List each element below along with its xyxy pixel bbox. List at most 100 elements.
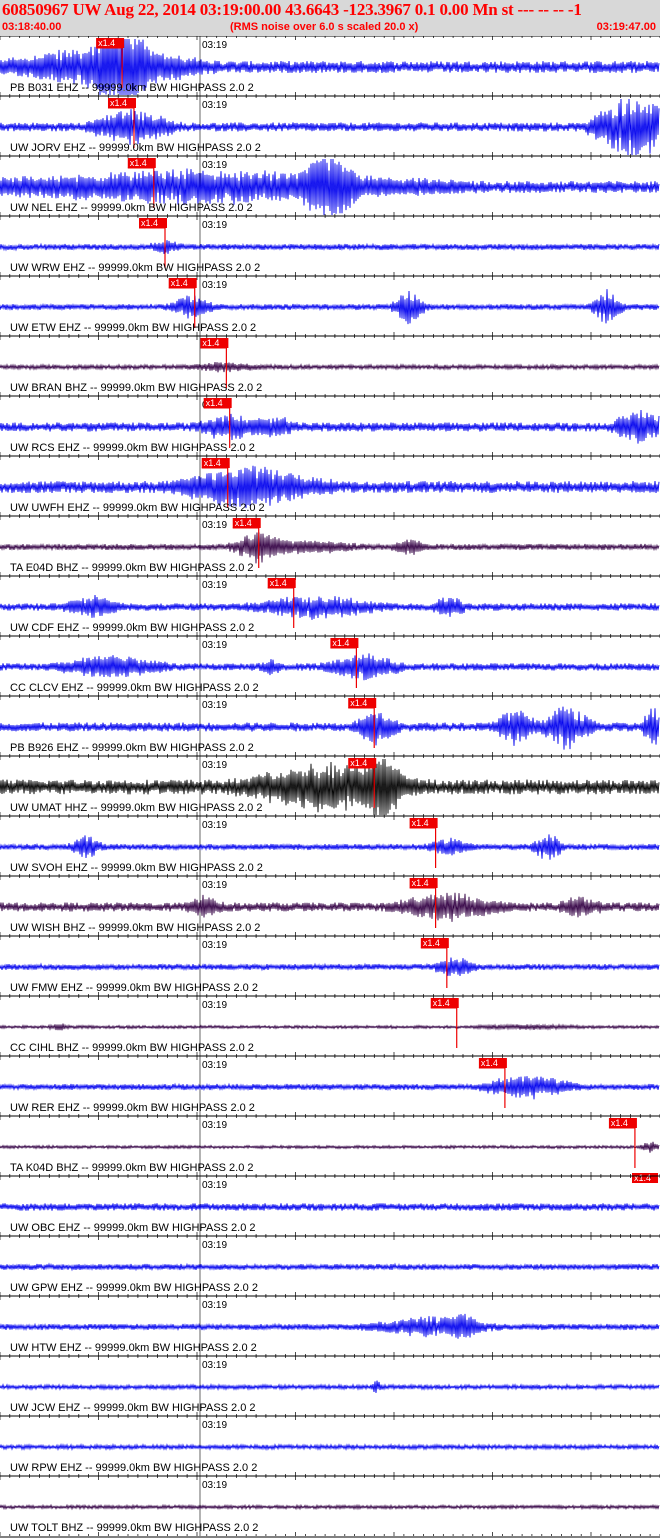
trace-row: 03:19 x1.4 UW CDF EHZ -- 99999.0km BW HIGH… bbox=[0, 575, 660, 636]
minute-label: 03:19 bbox=[202, 40, 227, 51]
station-label: UW HTW EHZ -- 99999.0km BW HIGHPASS 2.0 … bbox=[10, 1342, 257, 1354]
station-label: UW RER EHZ -- 99999.0km BW HIGHPASS 2.0 … bbox=[10, 1102, 255, 1114]
trace-row: 03:19 x1.4 UW ETW EHZ -- 99999.0km BW HIGH… bbox=[0, 275, 660, 336]
station-label: UW WRW EHZ -- 99999.0km BW HIGHPASS 2.0 … bbox=[10, 262, 260, 274]
trace-row: 03:19 x1.4 TA E04D BHZ -- 99999.0km BW HIG… bbox=[0, 515, 660, 576]
pick-label: x1.4 bbox=[141, 218, 158, 228]
trace-row: 03:19 x1.4 UW SVOH EHZ -- 99999.0km BW HIG… bbox=[0, 815, 660, 876]
station-label: UW FMW EHZ -- 99999.0km BW HIGHPASS 2.0 … bbox=[10, 982, 258, 994]
trace-row: 03:19 UW JCW EHZ -- 99999.0km BW HIGHPASS… bbox=[0, 1355, 660, 1416]
minute-label: 03:19 bbox=[202, 1240, 227, 1251]
trace-row: 03:19 x1.4 PB B926 EHZ -- 99999.0km BW HIG… bbox=[0, 695, 660, 756]
plot-header: 60850967 UW Aug 22, 2014 03:19:00.00 43.… bbox=[0, 0, 660, 36]
station-label: UW ETW EHZ -- 99999.0km BW HIGHPASS 2.0 … bbox=[10, 322, 256, 334]
pick-label: x1.4 bbox=[171, 278, 188, 288]
minute-label: 03:19 bbox=[202, 700, 227, 711]
pick-label: x1.4 bbox=[423, 938, 440, 948]
minute-label: 03:19 bbox=[202, 220, 227, 231]
pick-label: x1.4 bbox=[206, 398, 223, 408]
minute-label: 03:19 bbox=[202, 160, 227, 171]
waveform bbox=[0, 653, 660, 681]
minute-label: 03:19 bbox=[202, 1480, 227, 1491]
pick-label: x1.4 bbox=[350, 698, 367, 708]
station-label: UW UWFH EHZ -- 99999.0km BW HIGHPASS 2.0… bbox=[10, 502, 265, 514]
trace-row: 03:19 UW RPW EHZ -- 99999.0km BW HIGHPASS… bbox=[0, 1415, 660, 1476]
trace-row: 03:19 x1.4 UW RER EHZ -- 99999.0km BW HIGH… bbox=[0, 1055, 660, 1116]
station-label: UW RPW EHZ -- 99999.0km BW HIGHPASS 2.0 … bbox=[10, 1462, 257, 1474]
end-time: 03:19:47.00 bbox=[596, 21, 656, 33]
pick-label: x1.4 bbox=[433, 998, 450, 1008]
station-label: UW TOLT BHZ -- 99999.0km BW HIGHPASS 2.0… bbox=[10, 1522, 258, 1534]
station-label: PB B926 EHZ -- 99999.0km BW HIGHPASS 2.0… bbox=[10, 742, 254, 754]
trace-row: 03:19 x1.4 PB B031 EHZ -- 99999.0km BW HIG… bbox=[0, 36, 660, 96]
trace-row: 03:19 x1.4 CC CIHL BHZ -- 99999.0km BW HIG… bbox=[0, 995, 660, 1056]
station-label: UW BRAN BHZ -- 99999.0km BW HIGHPASS 2.0… bbox=[10, 382, 262, 394]
pick-label: x1.4 bbox=[332, 638, 349, 648]
trace-row: 03:19 x1.4 UW WRW EHZ -- 99999.0km BW HIGH… bbox=[0, 215, 660, 276]
waveform bbox=[0, 1503, 660, 1511]
trace-row: 03:19 x1.4 UW JORV EHZ -- 99999.0km BW HIG… bbox=[0, 95, 660, 156]
minute-label: 03:19 bbox=[202, 1300, 227, 1311]
pick-label: x1.4 bbox=[611, 1118, 628, 1128]
waveform bbox=[0, 834, 660, 860]
minute-label: 03:19 bbox=[202, 820, 227, 831]
trace-row: 03:19 x1.4 CC CLCV EHZ -- 99999.0km BW HIG… bbox=[0, 635, 660, 696]
minute-label: 03:19 bbox=[202, 1360, 227, 1371]
station-label: TA K04D BHZ -- 99999.0km BW HIGHPASS 2.0… bbox=[10, 1162, 254, 1174]
pick-label: x1.4 bbox=[204, 458, 221, 468]
station-label: UW SVOH EHZ -- 99999.0km BW HIGHPASS 2.0… bbox=[10, 862, 263, 874]
waveform bbox=[0, 1262, 660, 1272]
pick-label: x1.4 bbox=[235, 518, 252, 528]
minute-label: 03:19 bbox=[202, 580, 227, 591]
minute-label: 03:19 bbox=[202, 640, 227, 651]
pick-label: x1.4 bbox=[350, 758, 367, 768]
station-label: UW OBC EHZ -- 99999.0km BW HIGHPASS 2.0 … bbox=[10, 1222, 256, 1234]
waveform bbox=[0, 1313, 660, 1339]
waveform bbox=[0, 1202, 660, 1211]
pick-label: x1.4 bbox=[412, 878, 429, 888]
minute-label: 03:19 bbox=[202, 1000, 227, 1011]
minute-label: 03:19 bbox=[202, 520, 227, 531]
trace-row: 03:19 x1.4 x1.4 TA K04D BHZ -- 99999.0km BW… bbox=[0, 1115, 660, 1183]
trace-row: 03:19x1.4UW BRAN BHZ -- 99999.0km BW HIG… bbox=[0, 335, 660, 396]
event-title: 60850967 UW Aug 22, 2014 03:19:00.00 43.… bbox=[2, 0, 582, 19]
trace-row: 03:19 x1.4 UW NEL EHZ -- 99999.0km BW HIGH… bbox=[0, 155, 660, 216]
waveform bbox=[0, 1076, 660, 1100]
waveform bbox=[0, 892, 660, 922]
waveform bbox=[0, 1443, 660, 1451]
start-time: 03:18:40.00 bbox=[2, 21, 62, 33]
minute-label: 03:19 bbox=[202, 100, 227, 111]
trace-row: 03:19 x1.4 UW FMW EHZ -- 99999.0km BW HIGH… bbox=[0, 935, 660, 996]
waveform bbox=[0, 1380, 660, 1393]
waveform bbox=[0, 532, 660, 564]
waveform bbox=[0, 361, 660, 373]
pick-label: x1.4 bbox=[202, 338, 219, 348]
station-label: UW NEL EHZ -- 99999.0km BW HIGHPASS 2.0 … bbox=[10, 202, 253, 214]
minute-label: 03:19 bbox=[202, 880, 227, 891]
minute-label: 03:19 bbox=[202, 1060, 227, 1071]
pick-label: x1.4 bbox=[130, 158, 147, 168]
waveform bbox=[0, 1141, 660, 1153]
trace-row: 03:19 UW OBC EHZ -- 99999.0km BW HIGHPASS… bbox=[0, 1175, 660, 1236]
pick-label: x1.4 bbox=[634, 1173, 651, 1183]
station-label: UW JCW EHZ -- 99999.0km BW HIGHPASS 2.0 … bbox=[10, 1402, 256, 1414]
waveform bbox=[0, 1023, 660, 1031]
pick-label: x1.4 bbox=[481, 1058, 498, 1068]
pick-label: x1.4 bbox=[270, 578, 287, 588]
station-label: PB B031 EHZ -- 99999.0km BW HIGHPASS 2.0… bbox=[10, 82, 254, 94]
station-label: CC CIHL BHZ -- 99999.0km BW HIGHPASS 2.0… bbox=[10, 1042, 254, 1054]
station-label: UW WISH BHZ -- 99999.0km BW HIGHPASS 2.0… bbox=[10, 922, 260, 934]
minute-label: 03:19 bbox=[202, 760, 227, 771]
waveform bbox=[0, 289, 660, 325]
pick-label: x1.4 bbox=[412, 818, 429, 828]
station-label: UW UMAT HHZ -- 99999.0km BW HIGHPASS 2.0… bbox=[10, 802, 262, 814]
pick-label: x1.4 bbox=[110, 98, 127, 108]
minute-label: 03:19 bbox=[202, 280, 227, 291]
waveform bbox=[0, 594, 660, 620]
station-label: UW GPW EHZ -- 99999.0km BW HIGHPASS 2.0 … bbox=[10, 1282, 258, 1294]
trace-row: 03:19x1.4UW UWFH EHZ -- 99999.0km BW HIG… bbox=[0, 455, 660, 516]
trace-row: 03:19 UW TOLT BHZ -- 99999.0km BW HIGHPAS… bbox=[0, 1475, 660, 1536]
waveform bbox=[0, 240, 660, 254]
trace-row: 03:19 x1.4 UW UMAT HHZ -- 99999.0km BW HIG… bbox=[0, 755, 660, 816]
waveform bbox=[0, 409, 660, 444]
